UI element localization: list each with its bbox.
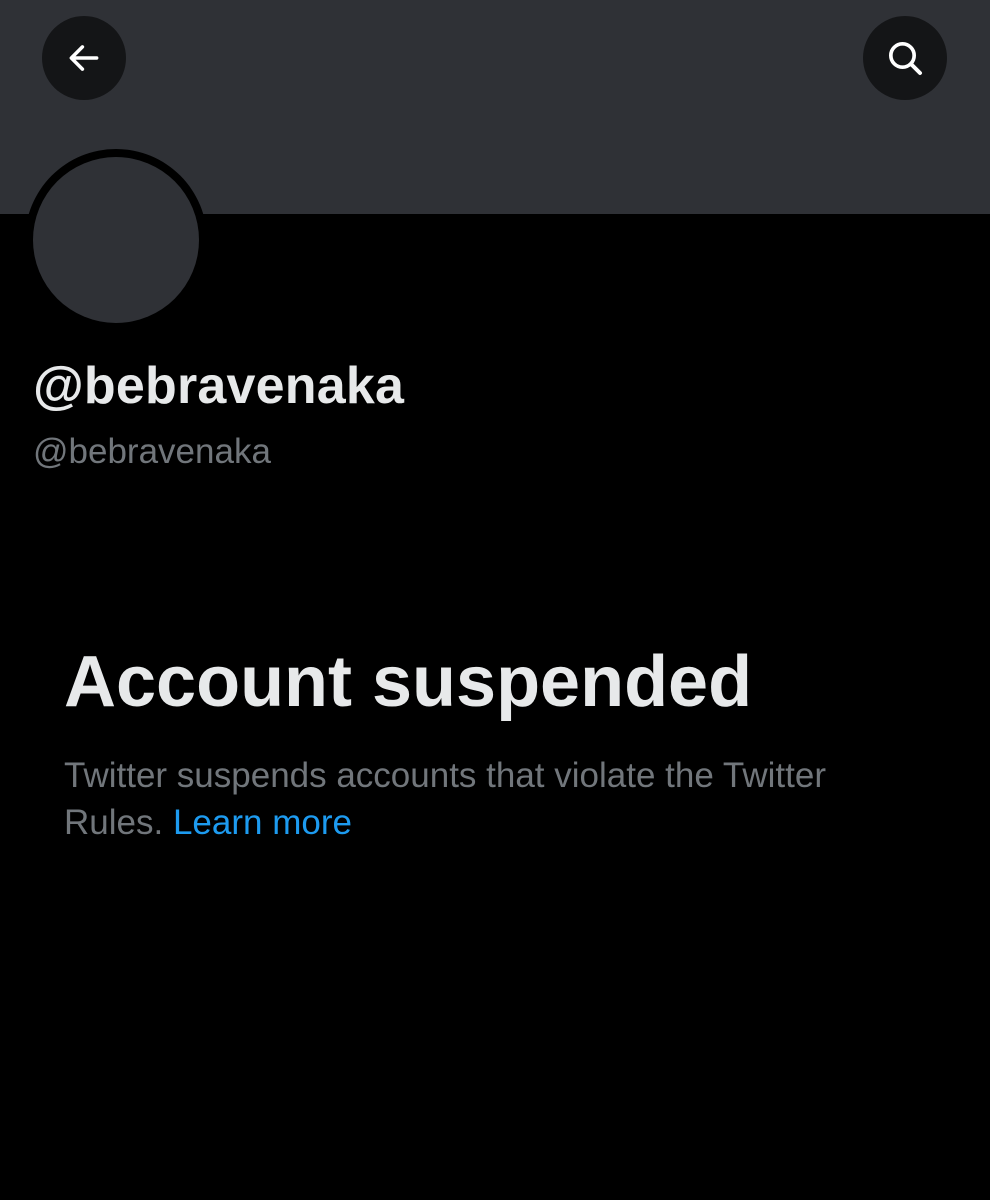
- search-icon: [885, 38, 925, 78]
- search-button[interactable]: [863, 16, 947, 100]
- arrow-left-icon: [65, 39, 103, 77]
- suspension-message-block: Twitter suspends accounts that violate t…: [64, 752, 924, 846]
- profile-display-name: @bebravenaka: [33, 357, 405, 415]
- back-button[interactable]: [42, 16, 126, 100]
- learn-more-link[interactable]: Learn more: [173, 803, 352, 842]
- avatar-border: [25, 149, 207, 331]
- suspension-title: Account suspended: [64, 642, 753, 722]
- profile-handle: @bebravenaka: [33, 432, 271, 471]
- avatar[interactable]: [33, 157, 199, 323]
